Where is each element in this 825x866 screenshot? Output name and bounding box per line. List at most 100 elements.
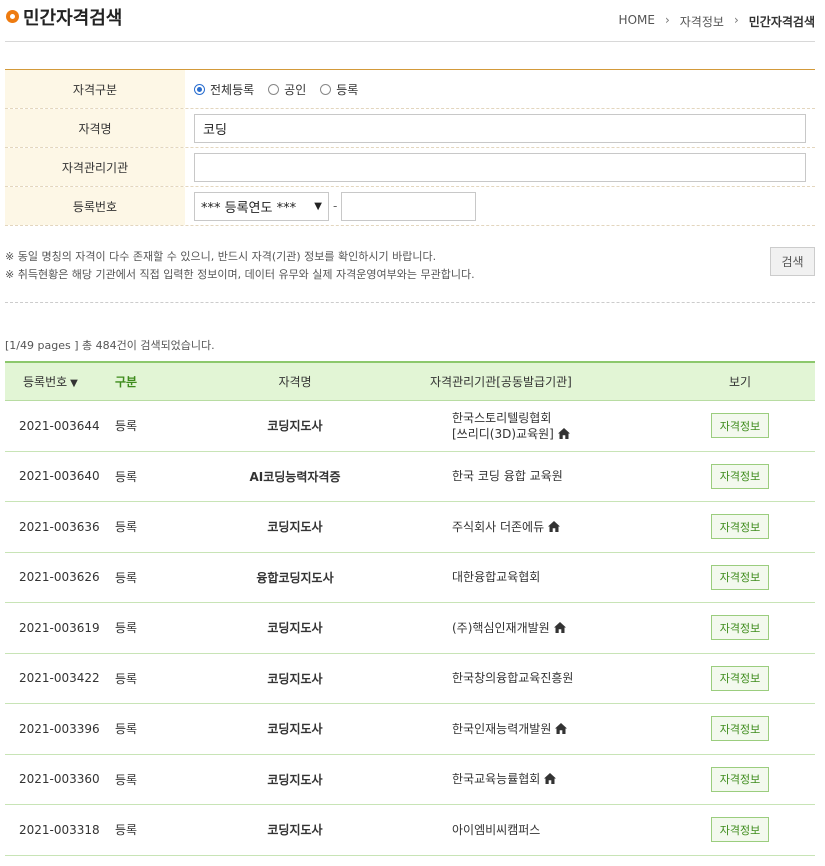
cell-type: 등록 — [115, 772, 138, 787]
sort-desc-icon[interactable]: ▼ — [70, 378, 78, 389]
qualification-info-button[interactable]: 자격정보 — [711, 463, 769, 489]
type-radio-group: 전체등록 공인 등록 — [185, 70, 815, 108]
cell-view: 자격정보 — [657, 817, 815, 843]
radio-certified-label: 공인 — [284, 82, 307, 97]
cell-view: 자격정보 — [657, 665, 815, 691]
cell-name: 코딩지도사 — [267, 722, 323, 737]
cell-type: 등록 — [115, 621, 138, 636]
table-header: 등록번호 ▼ 구분 자격명 자격관리기관[공동발급기관] 보기 — [5, 361, 815, 401]
breadcrumb: HOME › 자격정보 › 민간자격검색 — [619, 13, 815, 30]
home-icon[interactable] — [557, 427, 570, 439]
cell-type: 등록 — [115, 722, 138, 737]
cell-regno: 2021-003640 — [19, 469, 100, 484]
type-label: 자격구분 — [5, 70, 185, 108]
cell-regno: 2021-003422 — [19, 671, 100, 686]
header-regno[interactable]: 등록번호 ▼ — [5, 373, 105, 390]
cell-regno: 2021-003360 — [19, 772, 100, 787]
form-row-regno: 등록번호 *** 등록연도 *** ▼ - — [5, 187, 815, 226]
cell-type: 등록 — [115, 570, 138, 585]
notice-text: ※ 동일 명칭의 자격이 다수 존재할 수 있으니, 반드시 자격(기관) 정보… — [5, 248, 475, 284]
radio-checked-icon — [194, 83, 205, 95]
cell-regno: 2021-003396 — [19, 721, 100, 736]
cell-org: (주)핵심인재개발원 — [395, 620, 657, 636]
form-row-org: 자격관리기관 — [5, 148, 815, 187]
qualification-info-button[interactable]: 자격정보 — [711, 564, 769, 590]
cell-org: 주식회사 더존에듀 — [395, 519, 657, 535]
cell-view: 자격정보 — [657, 716, 815, 742]
cell-regno: 2021-003619 — [19, 620, 100, 635]
qualification-info-button[interactable]: 자격정보 — [711, 514, 769, 540]
radio-unchecked-icon — [320, 83, 332, 95]
divider — [5, 302, 815, 303]
dropdown-arrow-icon: ▼ — [314, 200, 322, 212]
table-row: 2021-003318 등록 코딩지도사 아이엠비씨캠퍼스 자격정보 — [5, 805, 815, 856]
home-icon[interactable] — [553, 621, 566, 633]
cell-org: 아이엠비씨캠퍼스 — [395, 822, 657, 838]
cell-regno: 2021-003636 — [19, 519, 100, 534]
header-name: 자격명 — [278, 375, 312, 389]
radio-certified[interactable]: 공인 — [268, 81, 306, 98]
header-org: 자격관리기관[공동발급기관] — [430, 374, 572, 389]
cell-org: 한국인재능력개발원 — [395, 721, 657, 737]
table-row: 2021-003422 등록 코딩지도사 한국창의융합교육진흥원 자격정보 — [5, 654, 815, 704]
qualification-info-button[interactable]: 자격정보 — [711, 817, 769, 843]
cell-org: 한국 코딩 융합 교육원 — [395, 468, 657, 484]
qualification-info-button[interactable]: 자격정보 — [711, 615, 769, 641]
cell-org: 한국창의융합교육진흥원 — [395, 670, 657, 686]
table-row: 2021-003640 등록 AI코딩능력자격증 한국 코딩 융합 교육원 자격정보 — [5, 452, 815, 502]
table-row: 2021-003644 등록 코딩지도사 한국스토리텔링협회 [쓰리디(3D)교육원] 자… — [5, 401, 815, 452]
cell-type: 등록 — [115, 419, 138, 434]
page-title: 민간자격검색 — [23, 8, 123, 29]
registration-year-select[interactable]: *** 등록연도 *** ▼ — [194, 191, 329, 221]
cell-org: 한국스토리텔링협회 [쓰리디(3D)교육원] — [395, 410, 657, 442]
breadcrumb-home[interactable]: HOME — [619, 13, 655, 30]
header-view: 보기 — [728, 375, 752, 389]
org-name: (주)핵심인재개발원 — [452, 620, 550, 635]
org-label: 자격관리기관 — [5, 148, 185, 186]
qualification-info-button[interactable]: 자격정보 — [711, 413, 769, 439]
registration-number-input[interactable] — [341, 191, 477, 221]
cell-type: 등록 — [115, 823, 138, 838]
name-label: 자격명 — [5, 109, 185, 147]
breadcrumb-qualification-info[interactable]: 자격정보 — [680, 13, 724, 30]
table-row: 2021-003626 등록 융합코딩지도사 대한융합교육협회 자격정보 — [5, 553, 815, 603]
qualification-info-button[interactable]: 자격정보 — [711, 665, 769, 691]
cell-name: 코딩지도사 — [267, 520, 323, 535]
qualification-name-input[interactable]: 코딩 — [194, 113, 806, 143]
home-icon[interactable] — [544, 772, 557, 785]
cell-view: 자격정보 — [657, 413, 815, 439]
organization-input[interactable] — [194, 152, 806, 182]
org-name: 대한융합교육협회 — [452, 570, 541, 585]
org-name: 아이엠비씨캠퍼스 — [452, 822, 541, 837]
cell-regno: 2021-003644 — [19, 418, 100, 433]
cell-view: 자격정보 — [657, 766, 815, 792]
chevron-right-icon: › — [664, 13, 670, 27]
org-name: 한국 코딩 융합 교육원 — [452, 469, 563, 484]
cell-view: 자격정보 — [657, 615, 815, 641]
form-row-name: 자격명 코딩 — [5, 109, 815, 148]
cell-view: 자격정보 — [657, 514, 815, 540]
table-row: 2021-003396 등록 코딩지도사 한국인재능력개발원 자격정보 — [5, 704, 815, 755]
cell-name: AI코딩능력자격증 — [249, 469, 341, 484]
org-name: 한국스토리텔링협회 — [452, 410, 552, 425]
regno-label: 등록번호 — [5, 187, 185, 225]
chevron-right-icon: › — [733, 13, 739, 27]
radio-all[interactable]: 전체등록 — [194, 81, 254, 98]
registration-year-value: *** 등록연도 *** — [201, 200, 297, 216]
radio-all-label: 전체등록 — [210, 82, 255, 97]
cell-name: 코딩지도사 — [267, 419, 323, 434]
home-icon[interactable] — [548, 520, 561, 532]
breadcrumb-current: 민간자격검색 — [748, 15, 815, 29]
home-icon[interactable] — [555, 722, 568, 734]
radio-registered[interactable]: 등록 — [320, 81, 358, 98]
cell-org: 대한융합교육협회 — [395, 569, 657, 585]
header-type[interactable]: 구분 — [105, 373, 195, 390]
notice-line-1: ※ 동일 명칭의 자격이 다수 존재할 수 있으니, 반드시 자격(기관) 정보… — [5, 250, 437, 263]
org-name: 한국창의융합교육진흥원 — [452, 671, 574, 686]
cell-name: 코딩지도사 — [267, 671, 323, 686]
search-button[interactable]: 검색 — [770, 247, 815, 276]
qualification-info-button[interactable]: 자격정보 — [711, 766, 769, 792]
form-row-type: 자격구분 전체등록 공인 등록 — [5, 70, 815, 109]
cell-type: 등록 — [115, 469, 138, 484]
qualification-info-button[interactable]: 자격정보 — [711, 716, 769, 742]
